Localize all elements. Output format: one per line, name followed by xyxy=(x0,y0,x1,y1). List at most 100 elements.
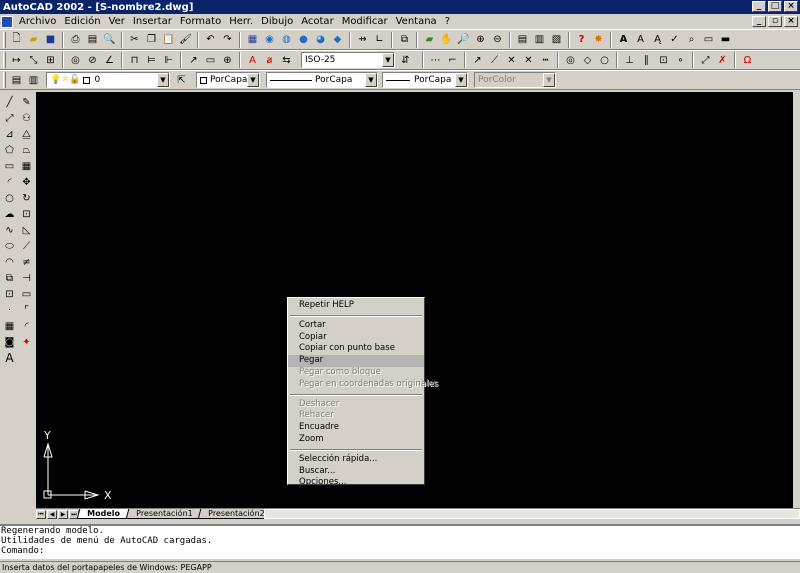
construction-line-icon[interactable]: ⤢ xyxy=(1,110,18,126)
snap-parallel-icon[interactable]: ∥ xyxy=(638,52,655,69)
stretch-icon[interactable]: ◺ xyxy=(18,222,35,238)
text-style-icon[interactable]: Ą xyxy=(649,31,666,48)
menu-edicion[interactable]: Edición xyxy=(60,16,104,27)
snap-nearest-icon[interactable]: ⤢ xyxy=(697,52,714,69)
point-icon[interactable]: · xyxy=(1,302,18,318)
menu-item-copy-base[interactable]: Copiar con punto base xyxy=(288,343,424,355)
insert-block-icon[interactable]: ⧉ xyxy=(1,270,18,286)
leader-icon[interactable]: ↗ xyxy=(185,52,202,69)
snap-center-icon[interactable]: ◎ xyxy=(562,52,579,69)
menu-modificar[interactable]: Modificar xyxy=(338,16,392,27)
pan-icon[interactable]: ✋ xyxy=(438,31,455,48)
paste-icon[interactable]: 📋 xyxy=(160,31,177,48)
preview-icon[interactable]: ▤ xyxy=(84,31,101,48)
rectangle-icon[interactable]: ▭ xyxy=(1,158,18,174)
pan-realtime-icon[interactable]: ▰ xyxy=(421,31,438,48)
arc-icon[interactable]: ◜ xyxy=(1,174,18,190)
zoom-realtime-icon[interactable]: 🔎 xyxy=(455,31,472,48)
zoom-window-icon[interactable]: ⊕ xyxy=(472,31,489,48)
text-edit-icon[interactable]: A xyxy=(632,31,649,48)
doc-minimize-button[interactable]: _ xyxy=(752,16,766,27)
explode-icon[interactable]: ✦ xyxy=(18,334,35,350)
cut-icon[interactable]: ✂ xyxy=(126,31,143,48)
close-button[interactable]: × xyxy=(784,1,798,12)
linetype-combo[interactable]: PorCapa ▼ xyxy=(266,72,378,88)
angular-dim-icon[interactable]: ∠ xyxy=(101,52,118,69)
baseline-dim-icon[interactable]: ⊨ xyxy=(143,52,160,69)
text-icon[interactable]: A xyxy=(615,31,632,48)
center-mark-icon[interactable]: ⊕ xyxy=(219,52,236,69)
dim-text-edit-icon[interactable]: ⱥ xyxy=(261,52,278,69)
snap-quadrant-icon[interactable]: ◇ xyxy=(579,52,596,69)
justify-text-icon[interactable]: ▬ xyxy=(717,31,734,48)
menu-insertar[interactable]: Insertar xyxy=(129,16,176,27)
snap-settings-icon[interactable]: Ω xyxy=(739,52,756,69)
menu-item-quick-select[interactable]: Selección rápida... xyxy=(288,454,424,466)
minimize-button[interactable]: _ xyxy=(752,1,766,12)
circle-icon[interactable]: ○ xyxy=(1,190,18,206)
snap-cross2-icon[interactable]: ✕ xyxy=(520,52,537,69)
polyline-icon[interactable]: ⊿ xyxy=(1,126,18,142)
tab-next-button[interactable]: ▶ xyxy=(58,509,68,519)
command-prompt[interactable]: Comando: xyxy=(1,546,800,556)
snap-cross-icon[interactable]: ✕ xyxy=(503,52,520,69)
snap-node-icon[interactable]: ∘ xyxy=(672,52,689,69)
menu-formato[interactable]: Formato xyxy=(176,16,225,27)
snap-endpoint-icon[interactable]: ⋯ xyxy=(427,52,444,69)
chevron-down-icon[interactable]: ▼ xyxy=(157,73,169,87)
offset-icon[interactable]: ⏢ xyxy=(18,142,35,158)
extend-icon[interactable]: ⊣ xyxy=(18,270,35,286)
make-layer-current-icon[interactable]: ⇱ xyxy=(173,72,190,89)
snap-apparent-icon[interactable]: ⟋ xyxy=(486,52,503,69)
menu-item-cut[interactable]: Cortar xyxy=(288,320,424,332)
menu-ver[interactable]: Ver xyxy=(105,16,129,27)
lengthen-icon[interactable]: ⟋ xyxy=(18,238,35,254)
move-icon[interactable]: ✥ xyxy=(18,174,35,190)
find-icon[interactable]: 🔍 xyxy=(101,31,118,48)
layer-combo[interactable]: 💡 ☼ 🔓 0 ▼ xyxy=(46,72,170,88)
doc-restore-button[interactable]: ▫ xyxy=(768,16,782,27)
mirror-icon[interactable]: ⧋ xyxy=(18,126,35,142)
linear-dim-icon[interactable]: ↦ xyxy=(8,52,25,69)
chevron-down-icon[interactable]: ▼ xyxy=(382,53,394,67)
scale-icon[interactable]: ⊡ xyxy=(18,206,35,222)
ucs-world-icon[interactable]: ∟ xyxy=(371,31,388,48)
aligned-dim-icon[interactable]: ⤡ xyxy=(25,52,42,69)
lineweight-combo[interactable]: PorCapa ▼ xyxy=(382,72,468,88)
save-icon[interactable]: ■ xyxy=(42,31,59,48)
snap-tangent-icon[interactable]: ○ xyxy=(596,52,613,69)
dim-style-icon[interactable]: ⇵ xyxy=(397,52,414,69)
properties-icon[interactable]: ▤ xyxy=(514,31,531,48)
menu-item-paste[interactable]: Pegar xyxy=(288,355,424,367)
snap-none-icon[interactable]: ✗ xyxy=(714,52,731,69)
menu-item-pan[interactable]: Encuadre xyxy=(288,422,424,434)
array-icon[interactable]: ▦ xyxy=(18,158,35,174)
horizontal-scrollbar[interactable] xyxy=(264,509,800,519)
line-icon[interactable]: ╱ xyxy=(1,94,18,110)
continue-dim-icon[interactable]: ⊩ xyxy=(160,52,177,69)
hatch-icon[interactable]: ▦ xyxy=(1,318,18,334)
hyperlink-icon[interactable]: ▦ xyxy=(244,31,261,48)
ellipse-arc-icon[interactable]: ◠ xyxy=(1,254,18,270)
menu-help[interactable]: ? xyxy=(441,16,454,27)
tolerance-icon[interactable]: ▭ xyxy=(202,52,219,69)
quick-dim-icon[interactable]: ⊓ xyxy=(126,52,143,69)
web-icon[interactable]: ● xyxy=(295,31,312,48)
command-window[interactable]: Regenerando modelo. Utilidades de menú d… xyxy=(0,524,800,559)
autocad-icon[interactable] xyxy=(1,15,13,28)
zoom-previous-icon[interactable]: ⊖ xyxy=(489,31,506,48)
spark-icon[interactable]: ✸ xyxy=(590,31,607,48)
tab-prev-button[interactable]: ◀ xyxy=(47,509,57,519)
snap-extension-icon[interactable]: ┅ xyxy=(537,52,554,69)
ucs-icon[interactable]: ⇸ xyxy=(354,31,371,48)
ellipse-icon[interactable]: ⬭ xyxy=(1,238,18,254)
match-properties-icon[interactable]: 🖌 xyxy=(177,31,194,48)
scale-text-icon[interactable]: ▭ xyxy=(700,31,717,48)
doc-close-button[interactable]: × xyxy=(784,16,798,27)
3d-icon[interactable]: ◆ xyxy=(329,31,346,48)
menu-ventana[interactable]: Ventana xyxy=(392,16,441,27)
menu-herr[interactable]: Herr. xyxy=(225,16,257,27)
dimstyle-combo[interactable]: ISO-25 ▼ xyxy=(301,52,395,68)
color-combo[interactable]: PorCapa ▼ xyxy=(196,72,260,88)
today-icon[interactable]: ◉ xyxy=(261,31,278,48)
